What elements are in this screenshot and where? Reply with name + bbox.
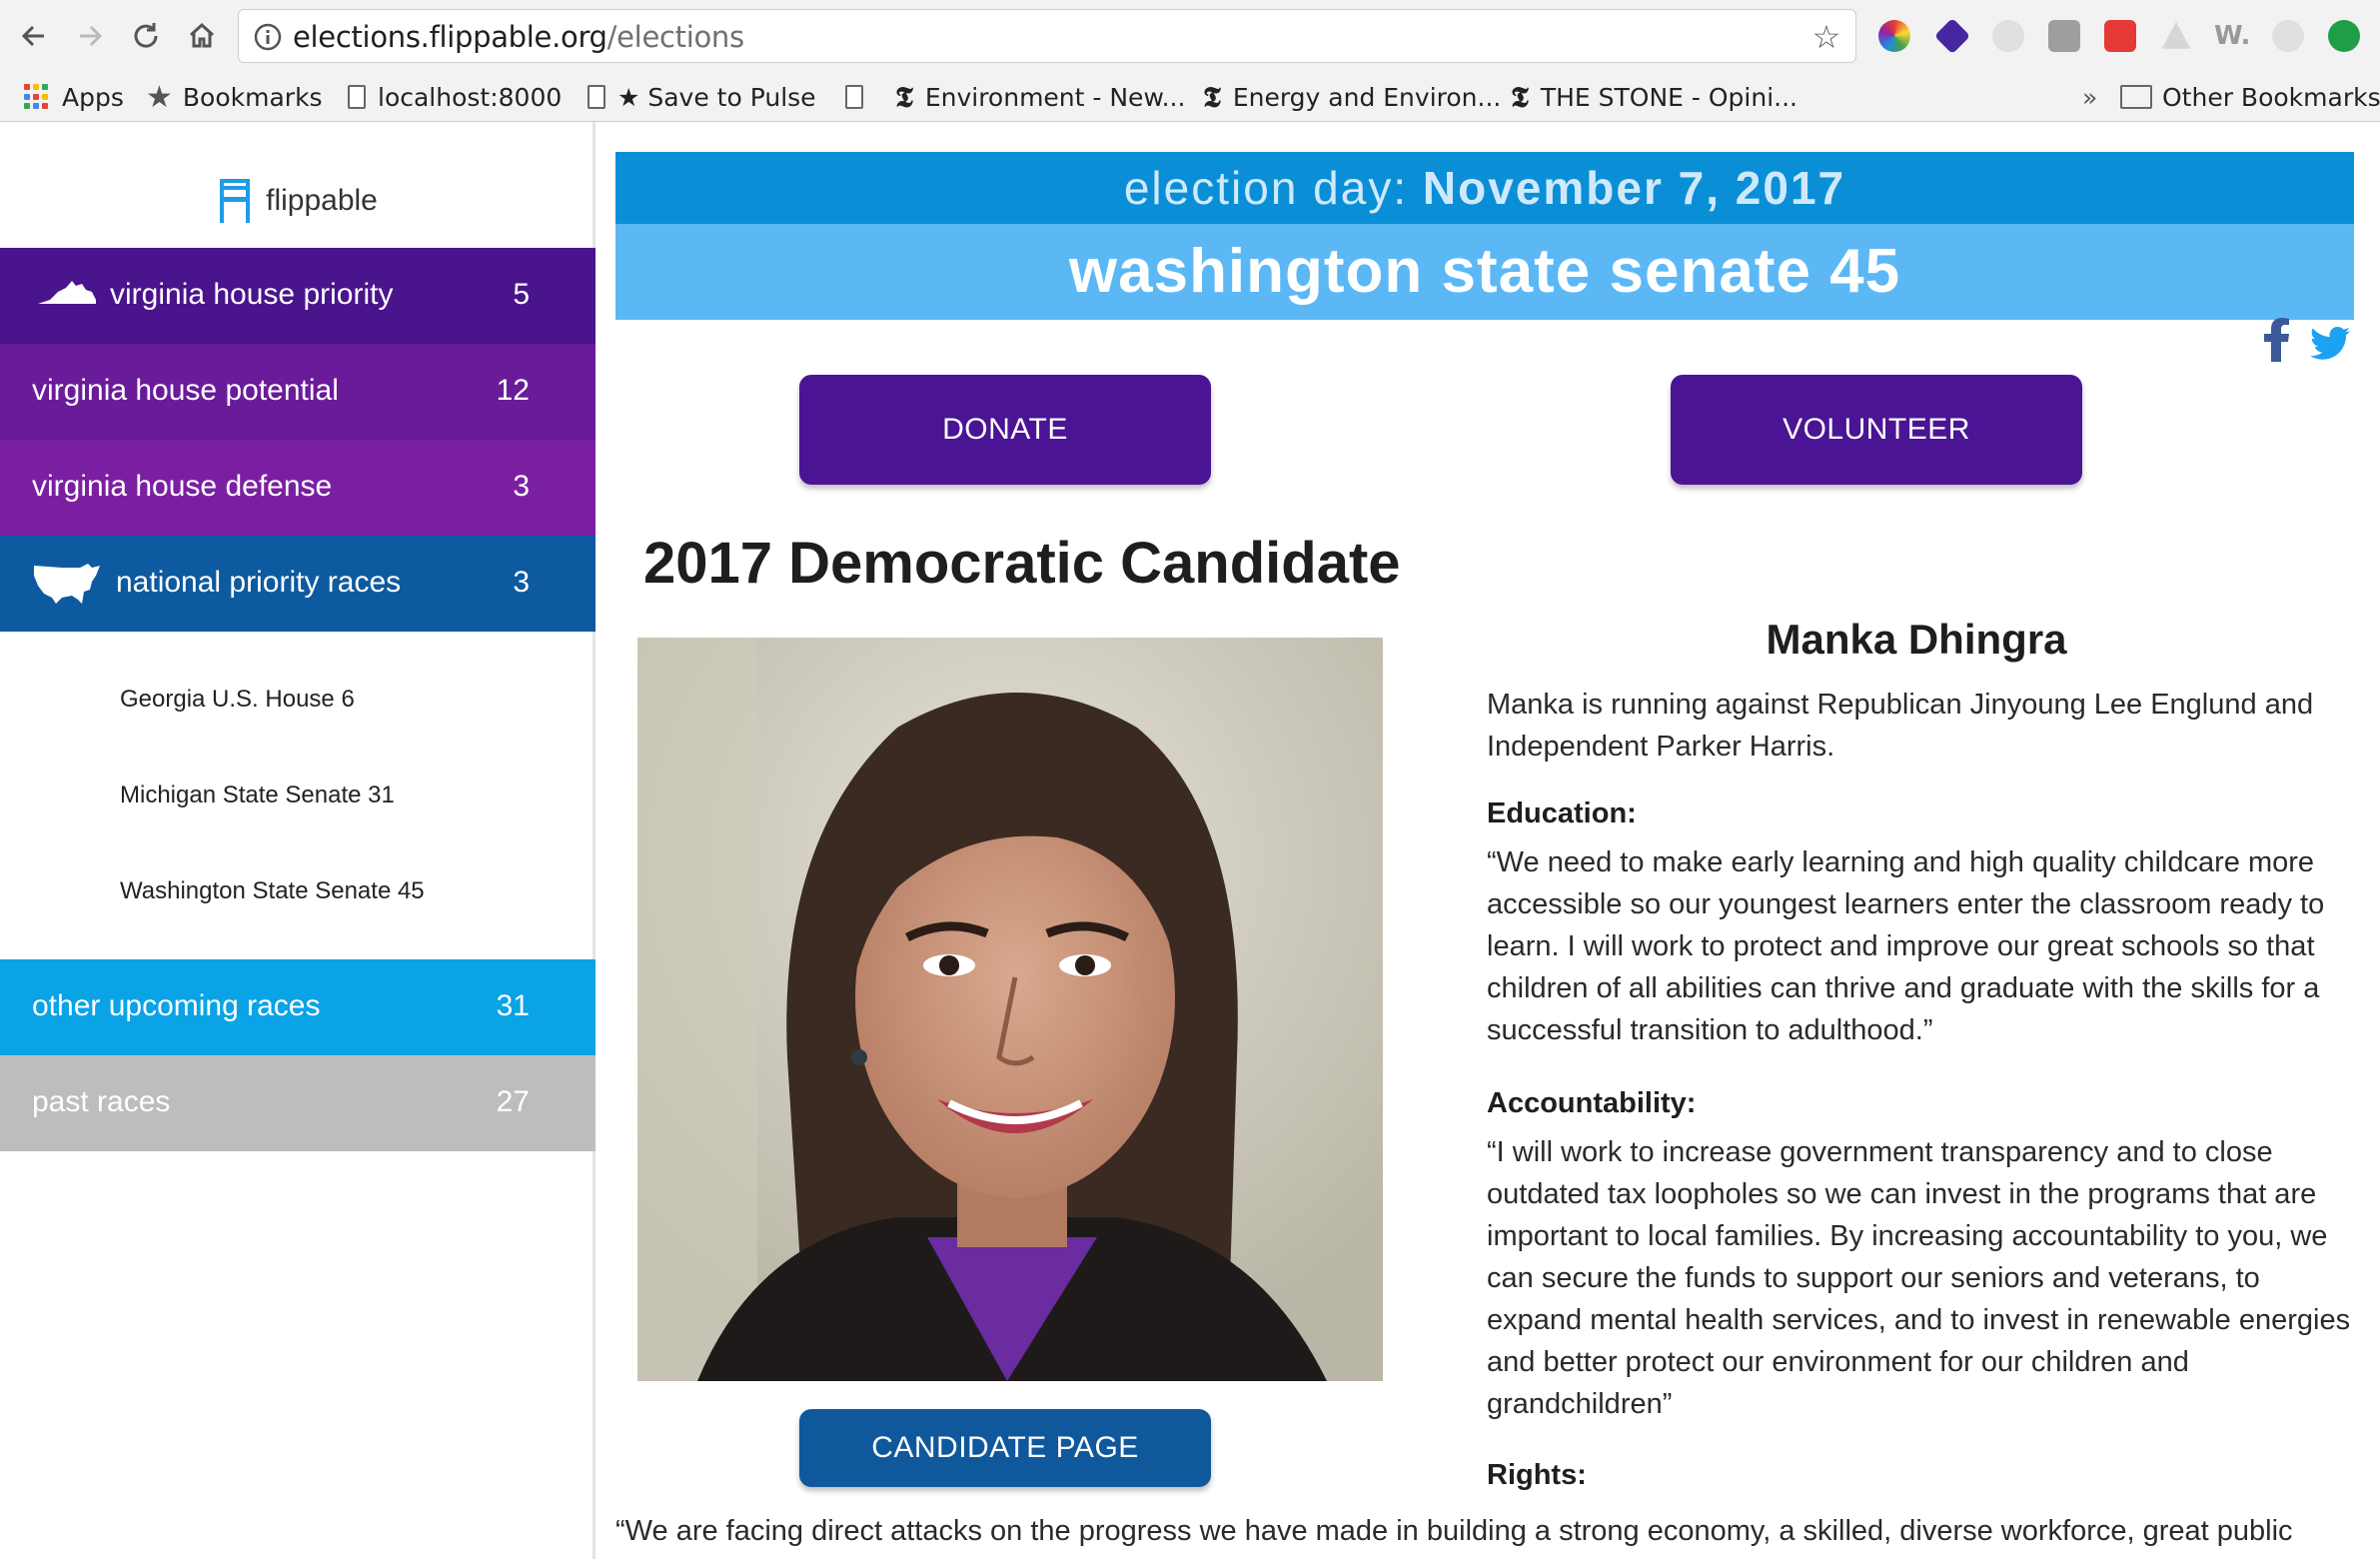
volunteer-button[interactable]: VOLUNTEER — [1671, 375, 2082, 485]
election-day-prefix: election day: — [1123, 162, 1423, 214]
virginia-icon — [38, 281, 96, 304]
rights-text: “We are facing direct attacks on the pro… — [615, 1515, 2293, 1547]
main-content: election day: November 7, 2017 washingto… — [595, 122, 2380, 1559]
donate-button[interactable]: DONATE — [799, 375, 1211, 485]
nav-virginia-house-potential[interactable]: virginia house potential 12 — [0, 344, 595, 440]
nav-past-races[interactable]: past races 27 — [0, 1055, 595, 1151]
nav-count: 31 — [496, 989, 530, 1022]
bookmark-label: Apps — [62, 82, 124, 112]
election-date: November 7, 2017 — [1422, 162, 1846, 214]
gray-extension-icon[interactable] — [1992, 20, 2024, 52]
browser-toolbar: elections.flippable.org/elections ☆ W. — [0, 0, 2380, 72]
star-icon: ★ — [146, 79, 173, 115]
sub-item-washington-senate-45[interactable]: Washington State Senate 45 — [120, 877, 425, 905]
sub-item-michigan-senate-31[interactable]: Michigan State Senate 31 — [120, 781, 395, 809]
education-label: Education: — [1487, 797, 1637, 829]
bookmark-untitled[interactable] — [845, 72, 875, 122]
home-icon[interactable] — [182, 16, 222, 56]
nav-count: 3 — [513, 566, 530, 599]
bookmark-bookmarks[interactable]: ★ Bookmarks — [146, 72, 323, 122]
nav-label: other upcoming races — [32, 989, 321, 1022]
usa-map-icon — [34, 564, 100, 604]
address-bar[interactable]: elections.flippable.org/elections ☆ — [238, 9, 1856, 63]
folder-icon — [2120, 85, 2152, 109]
page-icon — [845, 85, 863, 109]
bookmark-environment[interactable]: 𝕿 Environment - New... — [895, 72, 1185, 122]
apps-grid-icon — [24, 84, 50, 110]
candidate-intro: Manka is running against Republican Jiny… — [1487, 689, 2314, 763]
bookmark-label: Energy and Environ... — [1232, 82, 1502, 112]
bookmarks-bar: Apps ★ Bookmarks localhost:8000 ★ Save t… — [0, 72, 2380, 122]
chair-icon — [220, 179, 251, 223]
nav-virginia-house-priority[interactable]: virginia house priority 5 — [0, 248, 595, 344]
candidate-page-button[interactable]: CANDIDATE PAGE — [799, 1409, 1211, 1487]
youtube-extension-icon[interactable] — [2104, 20, 2136, 52]
brand-logo[interactable]: flippable — [0, 176, 595, 226]
twitter-icon[interactable] — [2310, 322, 2350, 366]
nav-label: past races — [32, 1085, 171, 1118]
forward-icon[interactable] — [70, 16, 110, 56]
w-extension-icon[interactable]: W. — [2214, 20, 2254, 52]
nav-label: virginia house defense — [32, 470, 333, 503]
candidate-photo — [637, 638, 1383, 1381]
sidebar: flippable virginia house priority 5 virg… — [0, 122, 595, 1559]
url-text: elections.flippable.org/elections — [293, 10, 744, 64]
nyt-icon: 𝕿 — [1203, 79, 1221, 114]
nav-label: virginia house potential — [32, 374, 339, 407]
bookmark-the-stone[interactable]: 𝕿 THE STONE - Opini... — [1511, 72, 1797, 122]
nav-count: 12 — [496, 374, 530, 407]
bookmark-energy[interactable]: 𝕿 Energy and Environ... — [1203, 72, 1501, 122]
candidate-heading: 2017 Democratic Candidate — [643, 531, 1401, 596]
drive-extension-icon[interactable] — [2161, 21, 2191, 49]
bookmark-star-icon[interactable]: ☆ — [1809, 20, 1843, 54]
nav-national-priority-races[interactable]: national priority races 3 — [0, 536, 595, 632]
bookmark-label: ★ Save to Pulse — [617, 82, 816, 112]
bookmark-localhost[interactable]: localhost:8000 — [348, 72, 562, 122]
nav-label: virginia house priority — [110, 278, 394, 311]
nav-other-upcoming-races[interactable]: other upcoming races 31 — [0, 959, 595, 1055]
bookmarks-overflow-button[interactable]: » — [2082, 72, 2097, 122]
bookmark-save-to-pulse[interactable]: ★ Save to Pulse — [588, 72, 816, 122]
education-text: “We need to make early learning and high… — [1487, 846, 2325, 1046]
candidate-name: Manka Dhingra — [1766, 616, 2067, 663]
bookmark-label: THE STONE - Opini... — [1540, 82, 1797, 112]
back-icon[interactable] — [14, 16, 54, 56]
bookmark-label: Other Bookmarks — [2162, 82, 2380, 112]
nav-virginia-house-defense[interactable]: virginia house defense 3 — [0, 440, 595, 536]
facebook-icon[interactable] — [2264, 318, 2290, 362]
color-picker-extension-icon[interactable] — [1878, 20, 1910, 52]
rights-label: Rights: — [1487, 1459, 1587, 1491]
nyt-icon: 𝕿 — [1511, 79, 1529, 114]
circle-extension-icon[interactable] — [2272, 20, 2304, 52]
bookmark-label: Bookmarks — [182, 82, 323, 112]
bookmark-label: localhost:8000 — [378, 82, 563, 112]
page-icon — [588, 85, 605, 109]
brand-name: flippable — [266, 184, 378, 217]
url-host: elections.flippable.org — [293, 20, 607, 54]
nav-count: 3 — [513, 470, 530, 503]
square-extension-icon[interactable] — [2048, 20, 2080, 52]
sub-item-georgia-house-6[interactable]: Georgia U.S. House 6 — [120, 686, 355, 714]
green-extension-icon[interactable] — [2328, 20, 2360, 52]
race-title: washington state senate 45 — [615, 224, 2354, 320]
election-day-banner: election day: November 7, 2017 — [615, 152, 2354, 224]
site-info-icon[interactable] — [253, 22, 283, 52]
other-bookmarks-folder[interactable]: Other Bookmarks — [2120, 72, 2380, 122]
bookmark-label: Environment - New... — [924, 82, 1186, 112]
url-path: /elections — [606, 20, 744, 54]
accountability-text: “I will work to increase government tran… — [1487, 1136, 2351, 1420]
nav-count: 27 — [496, 1085, 530, 1118]
accountability-label: Accountability: — [1487, 1087, 1697, 1119]
page-icon — [348, 85, 366, 109]
nav-label: national priority races — [116, 566, 402, 599]
reload-icon[interactable] — [126, 16, 166, 56]
nyt-icon: 𝕿 — [895, 79, 913, 114]
bookmark-apps[interactable]: Apps — [24, 72, 124, 122]
nav-count: 5 — [513, 278, 530, 311]
diamond-extension-icon[interactable] — [1933, 17, 1971, 55]
